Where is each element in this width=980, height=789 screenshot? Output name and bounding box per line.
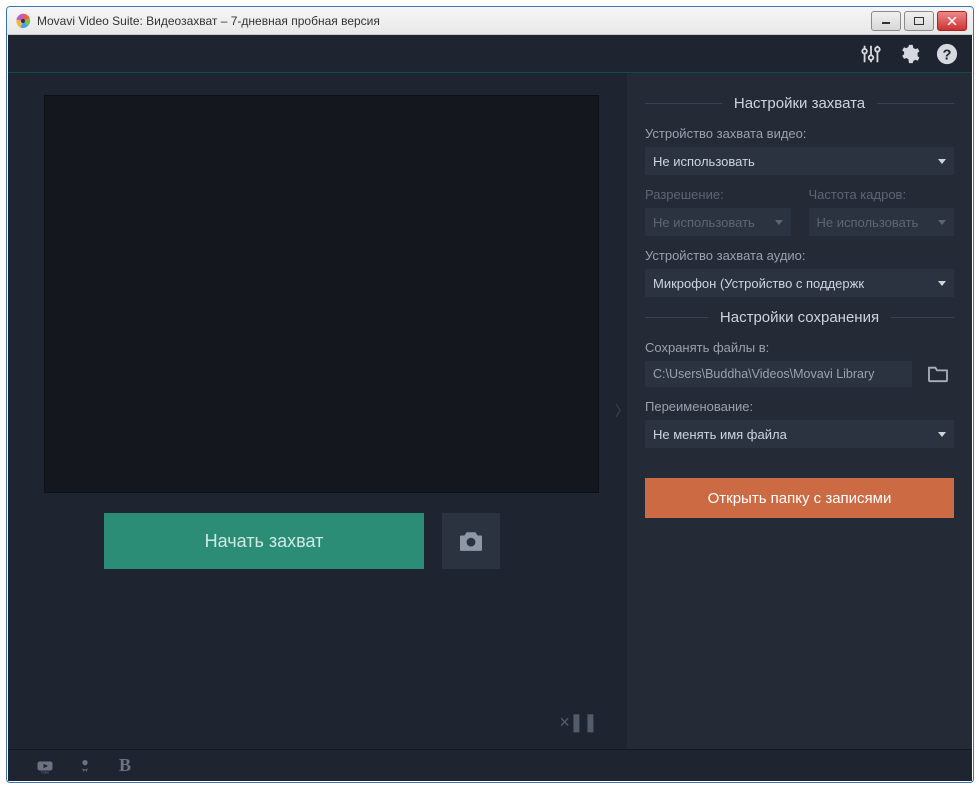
footer-bar: Tube B [8,749,972,781]
open-records-folder-button[interactable]: Открыть папку с записями [645,478,954,518]
audio-device-label: Устройство захвата аудио: [645,248,954,263]
equalizer-icon[interactable] [860,43,882,65]
help-icon[interactable]: ? [936,43,958,65]
odnoklassniki-icon[interactable] [76,757,94,775]
close-button[interactable] [937,11,967,31]
capture-settings-heading: Настройки захвата [645,95,954,112]
video-device-label: Устройство захвата видео: [645,126,954,141]
youtube-icon[interactable]: Tube [36,757,54,775]
app-body: ? Начать захват ×❚❚ 〉 [8,35,972,781]
title-bar[interactable]: Movavi Video Suite: Видеозахват – 7-днев… [7,7,973,35]
window-frame: Movavi Video Suite: Видеозахват – 7-днев… [6,6,974,783]
resolution-select[interactable]: Не использовать [645,208,791,236]
rename-label: Переименование: [645,399,954,414]
video-device-select[interactable]: Не использовать [645,147,954,175]
minimize-button[interactable] [871,11,901,31]
start-capture-button[interactable]: Начать захват [104,513,424,569]
resolution-label: Разрешение: [645,187,791,202]
svg-text:?: ? [943,47,952,63]
preview-area [44,95,599,493]
folder-icon [927,365,949,383]
svg-text:Tube: Tube [41,770,49,774]
rename-select[interactable]: Не менять имя файла [645,420,954,448]
gear-icon[interactable] [898,43,920,65]
content-area: Начать захват ×❚❚ 〉 Настройки захвата Ус… [8,73,972,749]
camera-icon [457,530,485,552]
top-toolbar: ? [8,35,972,73]
window-title: Movavi Video Suite: Видеозахват – 7-днев… [37,14,871,28]
right-pane: Настройки захвата Устройство захвата вид… [627,73,972,749]
fps-label: Частота кадров: [809,187,955,202]
maximize-button[interactable] [904,11,934,31]
audio-device-select[interactable]: Микрофон (Устройство с поддержк [645,269,954,297]
app-icon [15,13,31,29]
save-to-label: Сохранять файлы в: [645,340,954,355]
fps-select[interactable]: Не использовать [809,208,955,236]
pane-splitter[interactable]: 〉 [617,73,627,749]
browse-folder-button[interactable] [922,361,954,387]
left-pane: Начать захват ×❚❚ [8,73,617,749]
snapshot-button[interactable] [442,513,500,569]
save-path-field[interactable]: C:\Users\Buddha\Videos\Movavi Library [645,361,912,387]
pause-indicator-icon: ×❚❚ [559,712,597,733]
vk-icon[interactable]: B [116,757,134,775]
save-settings-heading: Настройки сохранения [645,309,954,326]
